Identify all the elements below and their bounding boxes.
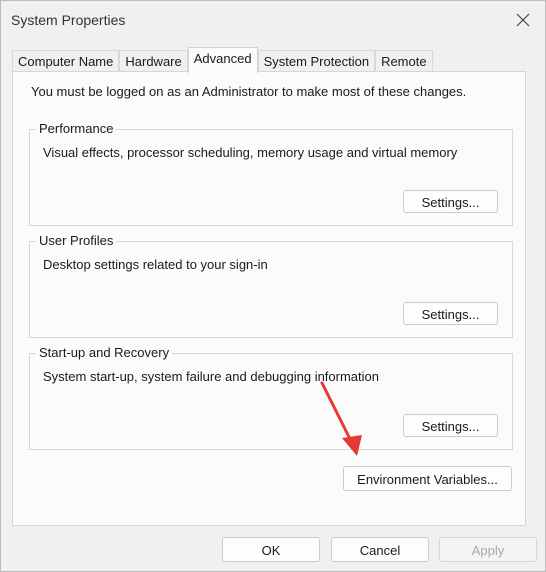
window-title: System Properties — [11, 12, 126, 28]
advanced-tab-panel: You must be logged on as an Administrato… — [12, 71, 526, 526]
user-profiles-settings-button[interactable]: Settings... — [403, 302, 498, 325]
performance-group: Performance Visual effects, processor sc… — [29, 121, 513, 226]
system-properties-window: System Properties Computer Name Hardware… — [0, 0, 546, 572]
environment-variables-button[interactable]: Environment Variables... — [343, 466, 512, 491]
admin-note: You must be logged on as an Administrato… — [31, 84, 467, 99]
title-bar: System Properties — [1, 1, 545, 39]
user-profiles-description: Desktop settings related to your sign-in — [43, 257, 268, 272]
close-icon — [516, 13, 530, 27]
startup-recovery-description: System start-up, system failure and debu… — [43, 369, 380, 384]
startup-recovery-title: Start-up and Recovery — [36, 345, 173, 360]
tab-strip: Computer Name Hardware Advanced System P… — [12, 47, 433, 73]
tab-advanced[interactable]: Advanced — [187, 47, 258, 73]
ok-button[interactable]: OK — [222, 537, 320, 562]
apply-button[interactable]: Apply — [439, 537, 537, 562]
tab-computer-name[interactable]: Computer Name — [12, 50, 120, 73]
dialog-footer: OK Cancel Apply — [1, 527, 545, 571]
tab-hardware[interactable]: Hardware — [119, 50, 188, 73]
cancel-button[interactable]: Cancel — [331, 537, 429, 562]
performance-description: Visual effects, processor scheduling, me… — [43, 145, 458, 160]
startup-recovery-settings-button[interactable]: Settings... — [403, 414, 498, 437]
user-profiles-group: User Profiles Desktop settings related t… — [29, 233, 513, 338]
tab-remote[interactable]: Remote — [375, 50, 433, 73]
tab-system-protection[interactable]: System Protection — [257, 50, 376, 73]
user-profiles-title: User Profiles — [36, 233, 117, 248]
performance-title: Performance — [36, 121, 117, 136]
startup-recovery-group: Start-up and Recovery System start-up, s… — [29, 345, 513, 450]
close-button[interactable] — [507, 5, 539, 35]
performance-settings-button[interactable]: Settings... — [403, 190, 498, 213]
